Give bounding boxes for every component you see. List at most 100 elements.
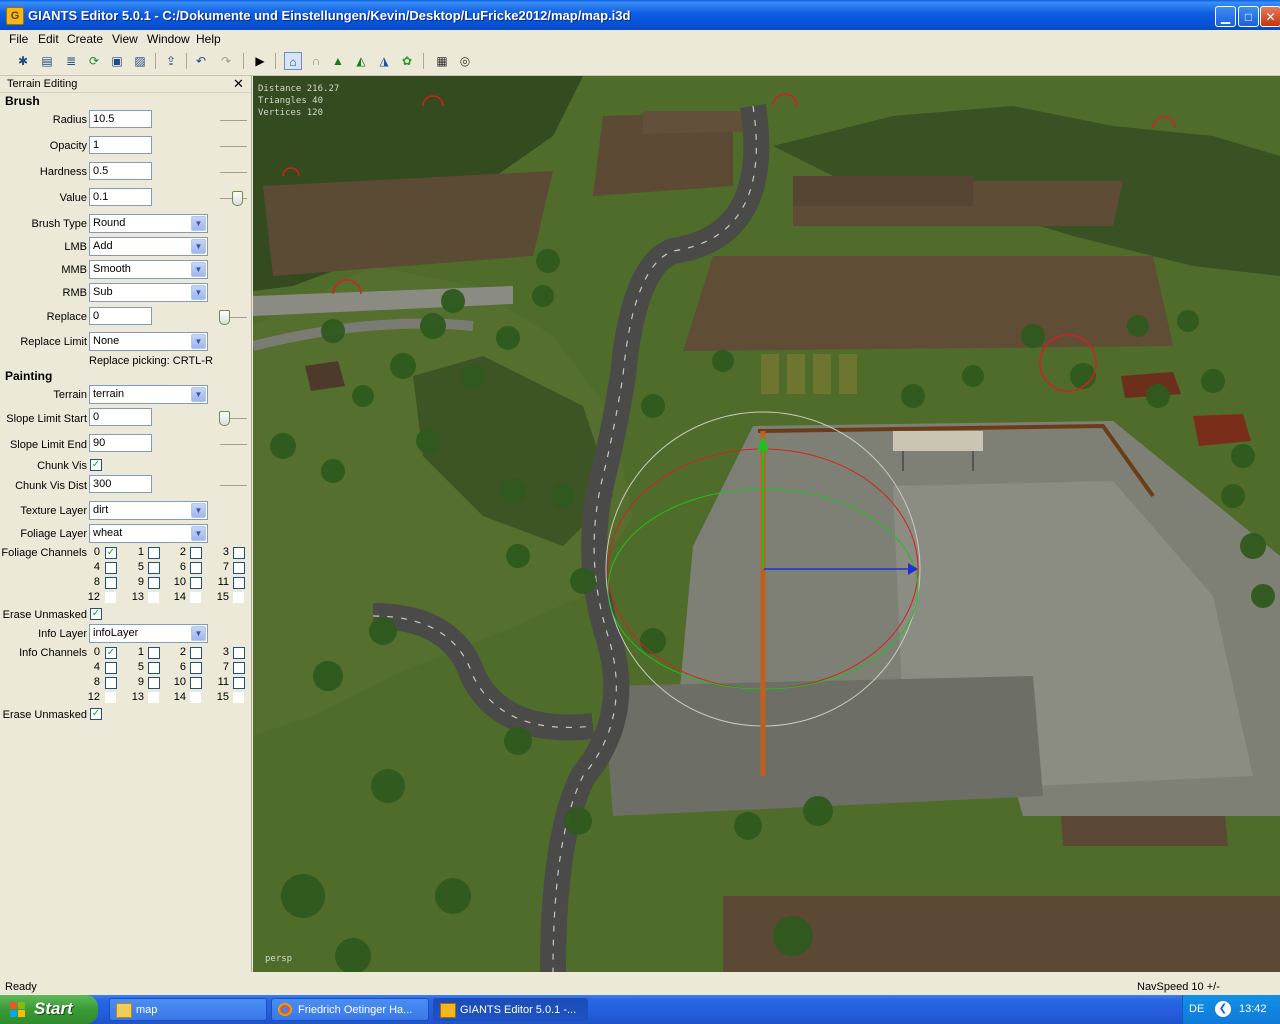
play-icon[interactable]: ▶: [251, 52, 269, 70]
channel-checkbox-8[interactable]: [105, 677, 117, 689]
channel-checkbox-6[interactable]: [190, 562, 202, 574]
3d-viewport[interactable]: Distance 216.27 Triangles 40 Vertices 12…: [253, 76, 1280, 972]
channel-checkbox-2[interactable]: [190, 647, 202, 659]
channel-checkbox-12[interactable]: [105, 692, 116, 703]
channel-checkbox-0[interactable]: ✓: [105, 647, 117, 659]
menu-file[interactable]: File: [9, 32, 28, 46]
channel-checkbox-1[interactable]: [148, 547, 160, 559]
redo-icon[interactable]: ↷: [217, 52, 235, 70]
close-button[interactable]: ✕: [1260, 6, 1280, 27]
channel-checkbox-2[interactable]: [190, 547, 202, 559]
minimize-button[interactable]: ▁: [1215, 6, 1236, 27]
menu-create[interactable]: Create: [67, 32, 103, 46]
channel-checkbox-11[interactable]: [233, 677, 245, 689]
terrain-check-icon[interactable]: ▦: [433, 52, 451, 70]
channel-checkbox-10[interactable]: [190, 577, 202, 589]
chevron-down-icon[interactable]: ▼: [191, 285, 206, 300]
channel-checkbox-1[interactable]: [148, 647, 160, 659]
erase-unmasked-checkbox[interactable]: ✓: [90, 608, 102, 620]
channel-checkbox-4[interactable]: [105, 562, 117, 574]
replace-limit-select[interactable]: None ▼: [89, 332, 208, 351]
chevron-down-icon[interactable]: ▼: [191, 626, 206, 641]
menu-edit[interactable]: Edit: [38, 32, 59, 46]
task-giants-editor[interactable]: GIANTS Editor 5.0.1 -...: [433, 998, 588, 1021]
menu-help[interactable]: Help: [196, 32, 221, 46]
channel-checkbox-12[interactable]: [105, 592, 116, 603]
refresh-icon[interactable]: ⟳: [85, 52, 103, 70]
channel-checkbox-14[interactable]: [190, 692, 201, 703]
terrain-select[interactable]: terrain ▼: [89, 385, 208, 404]
task-browser[interactable]: Friedrich Oetinger Ha...: [271, 998, 429, 1021]
panel-close-icon[interactable]: ✕: [233, 76, 244, 92]
chevron-down-icon[interactable]: ▼: [191, 334, 206, 349]
chevron-down-icon[interactable]: ▼: [191, 239, 206, 254]
channel-checkbox-15[interactable]: [233, 692, 244, 703]
terrain-texture-icon[interactable]: ◮: [375, 52, 393, 70]
terrain-sculpt-icon[interactable]: ▲: [329, 52, 347, 70]
opacity-field[interactable]: [89, 136, 152, 154]
chevron-down-icon[interactable]: ▼: [191, 262, 206, 277]
channel-checkbox-10[interactable]: [190, 677, 202, 689]
move-mode-icon[interactable]: ∩: [307, 52, 325, 70]
channel-checkbox-11[interactable]: [233, 577, 245, 589]
slope-start-field[interactable]: [89, 408, 152, 426]
rmb-select[interactable]: Sub ▼: [89, 283, 208, 302]
channel-checkbox-15[interactable]: [233, 592, 244, 603]
opacity-slider[interactable]: [220, 146, 247, 147]
radius-field[interactable]: [89, 110, 152, 128]
slope-start-slider-thumb[interactable]: [219, 411, 230, 426]
chunk-vis-dist-slider[interactable]: [220, 485, 247, 486]
erase-unmasked2-checkbox[interactable]: ✓: [90, 708, 102, 720]
brush-type-select[interactable]: Round ▼: [89, 214, 208, 233]
channel-checkbox-5[interactable]: [148, 662, 160, 674]
channel-checkbox-9[interactable]: [148, 677, 160, 689]
channel-checkbox-6[interactable]: [190, 662, 202, 674]
new-icon[interactable]: ✱: [14, 52, 32, 70]
chevron-down-icon[interactable]: ▼: [191, 387, 206, 402]
foliage-icon[interactable]: ✿: [398, 52, 416, 70]
channel-checkbox-7[interactable]: [233, 662, 245, 674]
channel-checkbox-5[interactable]: [148, 562, 160, 574]
channel-checkbox-7[interactable]: [233, 562, 245, 574]
channel-checkbox-8[interactable]: [105, 577, 117, 589]
chevron-down-icon[interactable]: ▼: [191, 216, 206, 231]
channel-checkbox-14[interactable]: [190, 592, 201, 603]
select-mode-icon[interactable]: ⌂: [284, 52, 302, 70]
chevron-down-icon[interactable]: ▼: [191, 526, 206, 541]
info-layer-select[interactable]: infoLayer ▼: [89, 624, 208, 643]
channel-checkbox-13[interactable]: [148, 592, 159, 603]
chevron-down-icon[interactable]: ▼: [191, 503, 206, 518]
texture-layer-select[interactable]: dirt ▼: [89, 501, 208, 520]
terrain-paint-icon[interactable]: ◭: [352, 52, 370, 70]
chunk-vis-checkbox[interactable]: ✓: [90, 459, 102, 471]
import-icon[interactable]: ⇪: [162, 52, 180, 70]
hardness-field[interactable]: [89, 162, 152, 180]
replace-slider-thumb[interactable]: [219, 310, 230, 325]
hardness-slider[interactable]: [220, 172, 247, 173]
save-icon[interactable]: ▣: [108, 52, 126, 70]
task-map[interactable]: map: [109, 998, 267, 1021]
slope-end-field[interactable]: [89, 434, 152, 452]
navigation-icon[interactable]: ◎: [456, 52, 474, 70]
menu-window[interactable]: Window: [147, 32, 190, 46]
undo-icon[interactable]: ↶: [192, 52, 210, 70]
lmb-select[interactable]: Add ▼: [89, 237, 208, 256]
chunk-vis-dist-field[interactable]: [89, 475, 152, 493]
foliage-layer-select[interactable]: wheat ▼: [89, 524, 208, 543]
channel-checkbox-3[interactable]: [233, 647, 245, 659]
radius-slider[interactable]: [220, 120, 247, 121]
channel-checkbox-4[interactable]: [105, 662, 117, 674]
channel-checkbox-3[interactable]: [233, 547, 245, 559]
channel-checkbox-13[interactable]: [148, 692, 159, 703]
document-icon[interactable]: ≣: [62, 52, 80, 70]
slope-end-slider[interactable]: [220, 444, 247, 445]
start-button[interactable]: Start: [0, 995, 98, 1024]
maximize-button[interactable]: □: [1238, 6, 1259, 27]
value-slider-thumb[interactable]: [232, 191, 243, 206]
channel-checkbox-0[interactable]: ✓: [105, 547, 117, 559]
replace-field[interactable]: [89, 307, 152, 325]
mmb-select[interactable]: Smooth ▼: [89, 260, 208, 279]
menu-view[interactable]: View: [112, 32, 138, 46]
back-arrow-icon[interactable]: ❮: [1215, 1001, 1231, 1017]
value-field[interactable]: [89, 188, 152, 206]
